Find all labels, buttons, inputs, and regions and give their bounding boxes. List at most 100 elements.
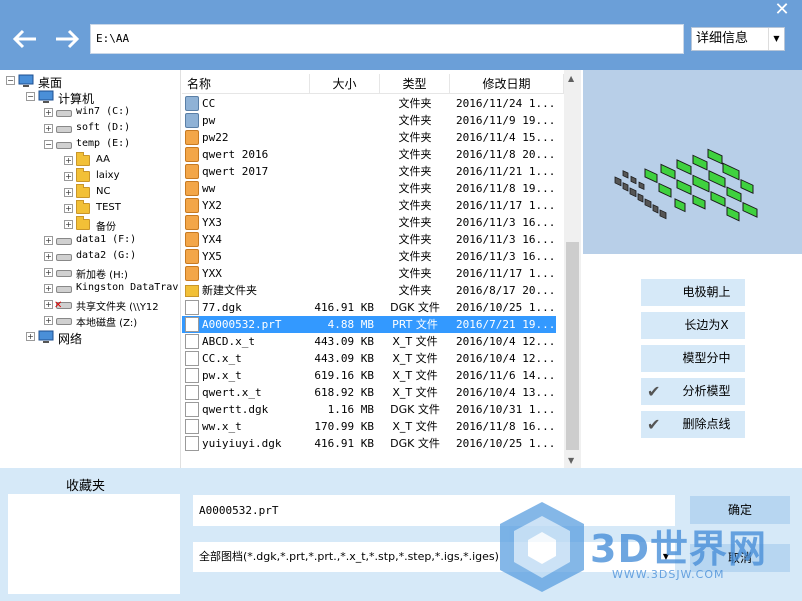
file-type-cell: 文件夹 [398, 250, 432, 263]
expand-icon[interactable]: + [64, 220, 73, 229]
app-folder-icon [185, 266, 199, 281]
file-list[interactable]: 名称 大小 类型 修改日期 CC 文件夹 2016/11/24 1... pw 文件夹 2… [182, 70, 582, 468]
file-row[interactable]: CC.x_t 443.09 KB X_T 文件 2016/10/4 12... [182, 350, 556, 367]
file-type-cell: DGK 文件 [390, 437, 440, 450]
analyze-model-button[interactable]: 分析模型 [641, 378, 745, 405]
checkbox-empty-icon[interactable] [641, 345, 668, 372]
scroll-thumb[interactable] [566, 242, 579, 450]
option-label: 分析模型 [682, 384, 731, 398]
folder-tree[interactable]: − 桌面 − 计算机 + win7 (C:) + soft (D:) − temp (E:) + AA… [0, 70, 181, 468]
forward-arrow-icon[interactable] [52, 25, 82, 53]
file-date-cell: 2016/10/4 12... [456, 335, 556, 348]
file-row[interactable]: ww.x_t 170.99 KB X_T 文件 2016/11/8 16... [182, 418, 556, 435]
file-row[interactable]: qwert 2017 文件夹 2016/11/21 1... [182, 163, 556, 180]
file-name-cell: yuiyiuyi.dgk [202, 437, 282, 450]
app-folder-icon [185, 232, 199, 247]
file-row[interactable]: YX2 文件夹 2016/11/17 1... [182, 197, 556, 214]
checkmark-icon[interactable] [641, 378, 668, 405]
expand-icon[interactable]: + [64, 188, 73, 197]
file-type-cell: X_T 文件 [392, 352, 438, 365]
back-arrow-icon[interactable] [10, 25, 40, 53]
file-date-cell: 2016/10/31 1... [456, 403, 556, 416]
tree-item-label: 计算机 [58, 92, 95, 106]
file-type-cell: 文件夹 [398, 199, 432, 212]
file-row[interactable]: yuiyiuyi.dgk 416.91 KB DGK 文件 2016/10/25 1.… [182, 435, 556, 452]
drive-icon [56, 110, 72, 117]
center-model-button[interactable]: 模型分中 [641, 345, 745, 372]
file-size-cell: 416.91 KB [314, 301, 374, 314]
expand-icon[interactable]: + [44, 284, 53, 293]
option-label: 模型分中 [682, 351, 731, 365]
expand-icon[interactable]: + [44, 268, 53, 277]
collapse-icon[interactable]: − [26, 92, 35, 101]
document-icon [185, 300, 199, 315]
file-list-vertical-scrollbar[interactable]: ▲ ▼ [564, 70, 581, 468]
delete-points-lines-button[interactable]: 删除点线 [641, 411, 745, 438]
file-row[interactable]: ABCD.x_t 443.09 KB X_T 文件 2016/10/4 12... [182, 333, 556, 350]
expand-icon[interactable]: + [44, 316, 53, 325]
scroll-down-icon[interactable]: ▼ [568, 456, 574, 465]
electrode-up-button[interactable]: 电极朝上 [641, 279, 745, 306]
tree-item-label: 新加卷 (H:) [76, 270, 128, 281]
file-size-cell: 170.99 KB [314, 420, 374, 433]
file-row[interactable]: qwert.x_t 618.92 KB X_T 文件 2016/10/4 13... [182, 384, 556, 401]
collapse-icon[interactable]: − [6, 76, 15, 85]
expand-icon[interactable]: + [44, 124, 53, 133]
file-row[interactable]: YX3 文件夹 2016/11/3 16... [182, 214, 556, 231]
long-side-x-button[interactable]: 长边为X [641, 312, 745, 339]
expand-icon[interactable]: + [44, 300, 53, 309]
file-row[interactable]: 77.dgk 416.91 KB DGK 文件 2016/10/25 1... [182, 299, 556, 316]
document-icon [185, 402, 199, 417]
file-row[interactable]: pw.x_t 619.16 KB X_T 文件 2016/11/6 14... [182, 367, 556, 384]
file-type-cell: 文件夹 [398, 284, 432, 297]
file-date-cell: 2016/11/3 16... [456, 250, 556, 263]
collapse-icon[interactable]: − [44, 140, 53, 149]
expand-icon[interactable]: + [64, 204, 73, 213]
file-date-cell: 2016/10/4 12... [456, 352, 556, 365]
file-row[interactable]: qwertt.dgk 1.16 MB DGK 文件 2016/10/31 1... [182, 401, 556, 418]
column-header-name[interactable]: 名称 [182, 74, 310, 94]
document-icon [185, 317, 199, 332]
expand-icon[interactable]: + [64, 156, 73, 165]
file-size-cell [310, 163, 378, 180]
folder-icon [76, 168, 90, 182]
app-folder-icon [185, 198, 199, 213]
column-header-type[interactable]: 类型 [380, 74, 450, 94]
expand-icon[interactable]: + [26, 332, 35, 341]
tree-item-label: data1 (F:) [76, 234, 137, 245]
checkbox-empty-icon[interactable] [641, 312, 668, 339]
document-icon [185, 385, 199, 400]
expand-icon[interactable]: + [44, 252, 53, 261]
file-name-cell: pw22 [202, 131, 229, 144]
file-row[interactable]: YXX 文件夹 2016/11/17 1... [182, 265, 556, 282]
file-row[interactable]: pw22 文件夹 2016/11/4 15... [182, 129, 556, 146]
file-name-cell: CC [202, 97, 216, 110]
column-header-size[interactable]: 大小 [310, 74, 380, 94]
view-mode-select[interactable]: 详细信息 ▼ [691, 27, 785, 51]
file-row[interactable]: YX4 文件夹 2016/11/3 16... [182, 231, 556, 248]
file-row[interactable]: CC 文件夹 2016/11/24 1... [182, 95, 556, 112]
close-button[interactable]: ✕ [762, 0, 802, 22]
expand-icon[interactable]: + [64, 172, 73, 181]
usb-drive-icon [56, 286, 72, 293]
file-row[interactable]: ww 文件夹 2016/11/8 19... [182, 180, 556, 197]
path-input[interactable]: E:\AA [90, 24, 684, 54]
checkbox-empty-icon[interactable] [641, 279, 668, 306]
scroll-up-icon[interactable]: ▲ [568, 74, 574, 83]
file-row[interactable]: 新建文件夹 文件夹 2016/8/17 20... [182, 282, 556, 299]
file-row[interactable]: qwert 2016 文件夹 2016/11/8 20... [182, 146, 556, 163]
file-row[interactable]: A0000532.prT 4.88 MB PRT 文件 2016/7/21 19... [182, 316, 556, 333]
favorites-list[interactable] [8, 494, 180, 594]
column-header-date[interactable]: 修改日期 [450, 74, 564, 94]
file-date-cell: 2016/8/17 20... [456, 284, 556, 297]
app-folder-icon [185, 249, 199, 264]
checkmark-icon[interactable] [641, 411, 668, 438]
file-name-cell: YX2 [202, 199, 222, 212]
expand-icon[interactable]: + [44, 236, 53, 245]
file-size-cell [310, 180, 378, 197]
file-row[interactable]: YX5 文件夹 2016/11/3 16... [182, 248, 556, 265]
option-label: 删除点线 [682, 417, 731, 431]
file-row[interactable]: pw 文件夹 2016/11/9 19... [182, 112, 556, 129]
file-name-cell: pw.x_t [202, 369, 242, 382]
expand-icon[interactable]: + [44, 108, 53, 117]
